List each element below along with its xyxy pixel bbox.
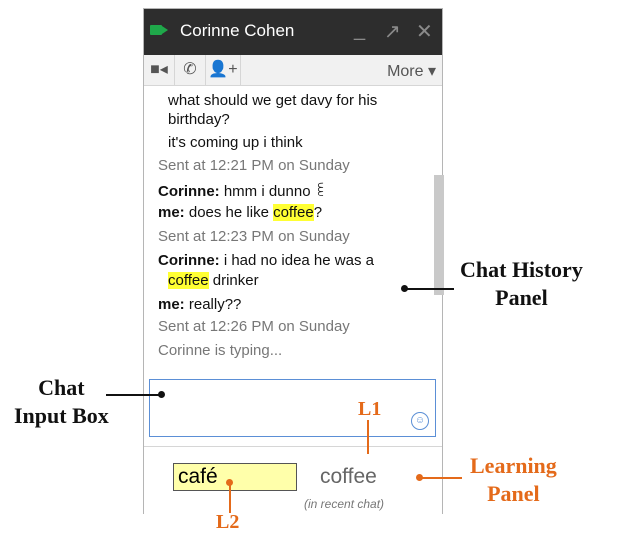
learning-panel-dot <box>416 474 423 481</box>
learning-translation: coffee <box>320 465 377 488</box>
learning-panel-pointer <box>418 477 462 479</box>
message-line: me: does he like coffee? <box>158 204 323 221</box>
more-menu-button[interactable]: More ▾ <box>387 61 436 81</box>
chat-toolbar: ■◂ ✆ 👤+ More ▾ <box>144 55 442 86</box>
chat-history-panel: what should we get davy for his birthday… <box>144 86 442 376</box>
phone-icon[interactable]: ✆ <box>175 55 206 85</box>
title-bar: Corinne Cohen _ ↗ ✕ <box>144 9 442 55</box>
l1-pointer <box>367 420 369 454</box>
window-title: Corinne Cohen <box>180 21 295 40</box>
l1-label: L1 <box>358 398 382 420</box>
message-line: Corinne: hmm i dunno ꒲ <box>158 183 327 200</box>
timestamp: Sent at 12:26 PM on Sunday <box>158 318 350 335</box>
chat-history-pointer <box>404 288 454 290</box>
video-camera-icon <box>150 25 168 35</box>
chat-input-annotation: Chat Input Box <box>14 375 109 428</box>
popout-button[interactable]: ↗ <box>384 19 401 44</box>
history-scrollbar[interactable] <box>434 175 444 295</box>
chat-window: Corinne Cohen _ ↗ ✕ ■◂ ✆ 👤+ More ▾ what … <box>143 8 444 514</box>
message-line: me: really?? <box>158 296 242 313</box>
emoji-icon[interactable]: ☺ <box>411 412 429 430</box>
chat-history-annotation: Chat History Panel <box>460 257 583 310</box>
chat-input-pointer <box>106 394 160 396</box>
highlighted-word: coffee <box>273 204 314 221</box>
highlighted-word: coffee <box>168 272 209 289</box>
chat-input-dot <box>158 391 165 398</box>
message-line: birthday? <box>168 111 230 128</box>
message-line: Corinne: i had no idea he was a <box>158 252 374 269</box>
timestamp: Sent at 12:21 PM on Sunday <box>158 157 350 174</box>
close-button[interactable]: ✕ <box>416 19 433 44</box>
chat-history-dot <box>401 285 408 292</box>
chat-input-box[interactable]: ☺ <box>149 379 436 437</box>
learning-panel-annotation: Learning Panel <box>470 453 557 506</box>
l2-pointer <box>229 483 231 513</box>
timestamp: Sent at 12:23 PM on Sunday <box>158 228 350 245</box>
video-call-icon[interactable]: ■◂ <box>144 55 175 85</box>
message-line: coffee drinker <box>168 272 259 289</box>
add-person-icon[interactable]: 👤+ <box>206 55 241 85</box>
learning-panel: café coffee (in recent chat) <box>144 446 442 514</box>
learning-note: (in recent chat) <box>304 497 385 511</box>
typing-indicator: Corinne is typing... <box>158 342 283 359</box>
l2-label: L2 <box>216 511 240 533</box>
message-line: what should we get davy for his <box>168 92 378 109</box>
message-line: it's coming up i think <box>168 134 303 151</box>
minimize-button[interactable]: _ <box>354 19 365 42</box>
learning-word-box: café <box>173 463 297 491</box>
